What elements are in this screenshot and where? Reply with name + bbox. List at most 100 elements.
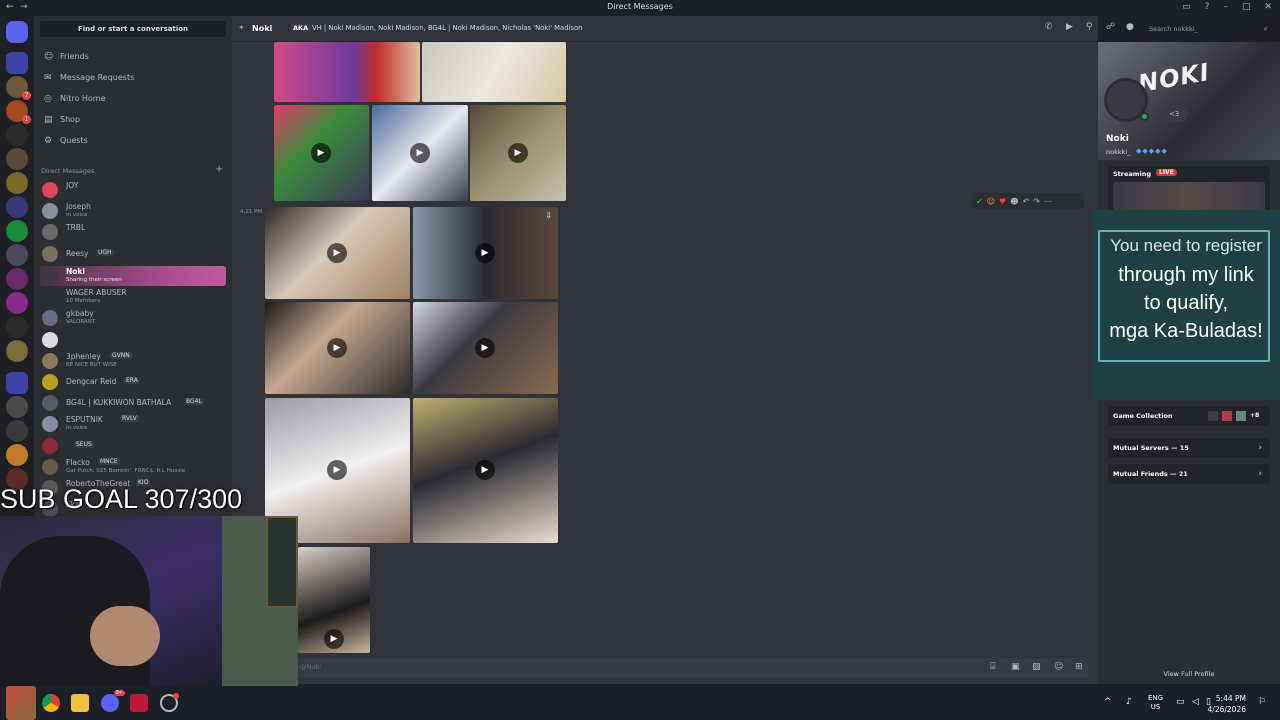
video-attachment[interactable]: ▶: [413, 398, 558, 543]
search-input[interactable]: Search nokkki_ ⌕: [1144, 22, 1272, 36]
server-icon[interactable]: 7: [6, 76, 31, 100]
dm-item-bg4l[interactable]: BG4L | KUKKIWON BATHALA BG4L: [40, 393, 226, 413]
user-profile-icon[interactable]: ●: [1126, 22, 1134, 32]
nav-shop[interactable]: ▤ Shop: [40, 111, 226, 129]
maximize-icon[interactable]: □: [1242, 2, 1251, 12]
nav-nitro-home[interactable]: ◎ Nitro Home: [40, 90, 226, 108]
dm-item-joseph[interactable]: Joseph In voice: [40, 201, 226, 221]
dm-item-wager-abuser[interactable]: WAGER ABUSER 10 Members: [40, 287, 226, 307]
forward-icon[interactable]: ↷: [1033, 197, 1040, 206]
nav-friends[interactable]: ☺ Friends: [40, 48, 226, 66]
server-icon[interactable]: [6, 396, 28, 418]
view-full-profile-link[interactable]: View Full Profile: [1098, 670, 1280, 678]
apps-icon[interactable]: ⊞: [1075, 662, 1083, 672]
message-input[interactable]: @Noki ⌸ ▣ ▧ ☺ ⊞: [292, 658, 1088, 678]
add-friends-icon[interactable]: ☍: [1106, 22, 1115, 32]
taskbar: 9+ ^ ♪ ◁ ENG US ▭ ▯ 5:44 PM 4/26/2026 ⚐: [0, 686, 1280, 720]
streaming-card[interactable]: Streaming LIVE: [1108, 166, 1270, 214]
chat-area: ▶ ▶ ▶ 4:21 PM ✔ ☺ ♥ ☻ ↶ ↷ ⋯ ▶ ▶ ⇩ ▶ ▶ ▶ ▶…: [232, 42, 1098, 684]
stream-preview[interactable]: [1113, 182, 1265, 210]
avatar: [42, 332, 58, 348]
network-icon[interactable]: ▭: [1176, 697, 1185, 707]
nav-message-requests[interactable]: ✉ Message Requests: [40, 69, 226, 87]
app-icon[interactable]: [160, 693, 179, 712]
more-icon[interactable]: ⋯: [1044, 197, 1052, 206]
pin-icon[interactable]: ⚲: [1086, 22, 1093, 32]
video-attachment[interactable]: ▶ ⇩: [413, 207, 558, 299]
video-call-icon[interactable]: ▶: [1066, 22, 1073, 32]
server-icon[interactable]: [6, 172, 28, 194]
video-attachment[interactable]: ▶: [470, 105, 566, 201]
voice-call-icon[interactable]: ✆: [1045, 22, 1053, 32]
server-icon[interactable]: [6, 268, 28, 290]
nav-quests[interactable]: ⚙ Quests: [40, 132, 226, 150]
search-icon: ⌕: [1263, 24, 1268, 33]
mutual-friends-row[interactable]: Mutual Friends — 21 ›: [1108, 464, 1270, 484]
server-icon[interactable]: [6, 340, 28, 362]
show-hidden-icons-icon[interactable]: ^: [1104, 697, 1112, 707]
widgets-icon[interactable]: [6, 686, 36, 720]
minimize-icon[interactable]: –: [1223, 2, 1228, 12]
app-icon[interactable]: [130, 694, 148, 712]
gif-icon[interactable]: ▣: [1011, 662, 1020, 672]
download-icon[interactable]: ⇩: [545, 211, 552, 220]
video-attachment[interactable]: ▶: [265, 207, 410, 299]
dm-item-trbl[interactable]: TRBL: [40, 222, 226, 242]
banner-logo: NOKI: [1136, 57, 1212, 99]
microphone-icon[interactable]: ♪: [1126, 697, 1132, 707]
emoji-icon[interactable]: ☺: [1054, 662, 1063, 672]
server-icon[interactable]: [6, 220, 28, 242]
game-icon: [1236, 411, 1246, 421]
notifications-icon[interactable]: ⚐: [1258, 697, 1266, 707]
video-attachment[interactable]: ▶: [265, 302, 410, 394]
dm-item-gkbaby[interactable]: gkbaby VALORANT: [40, 308, 226, 328]
dm-item-noki[interactable]: Noki Sharing their screen: [40, 266, 226, 286]
system-clock[interactable]: 5:44 PM 4/26/2026: [1208, 693, 1246, 715]
check-reaction-icon[interactable]: ✔: [976, 197, 983, 206]
server-icon[interactable]: [6, 292, 28, 314]
server-icon[interactable]: [6, 196, 28, 218]
image-attachment[interactable]: [274, 42, 420, 102]
server-icon[interactable]: [6, 444, 28, 466]
find-conversation-button[interactable]: Find or start a conversation: [40, 21, 226, 37]
video-attachment[interactable]: ▶: [274, 105, 369, 201]
video-attachment[interactable]: ▶: [372, 105, 468, 201]
file-explorer-icon[interactable]: [71, 694, 89, 712]
mutual-servers-row[interactable]: Mutual Servers — 15 ›: [1108, 438, 1270, 458]
server-icon[interactable]: [6, 316, 28, 338]
reply-icon[interactable]: ↶: [1023, 197, 1030, 206]
chrome-icon[interactable]: [42, 694, 60, 712]
server-icon[interactable]: 1: [6, 100, 31, 124]
dm-item-dengcar-reid[interactable]: Dengcar Reid ERA: [40, 372, 226, 392]
game-collection-row[interactable]: Game Collection +8: [1108, 406, 1270, 426]
help-icon[interactable]: ?: [1205, 2, 1210, 12]
dm-item-reesy[interactable]: Reesy UGH: [40, 244, 226, 264]
video-attachment[interactable]: ▶: [298, 547, 370, 653]
server-icon[interactable]: [6, 420, 28, 442]
server-folder[interactable]: [6, 52, 28, 74]
server-folder[interactable]: [6, 372, 28, 394]
smile-reaction-icon[interactable]: ☺: [987, 197, 995, 206]
dm-item-flacko[interactable]: Flacko MNCE Gat Putch, 025 Bombin', FRNC$,…: [40, 457, 226, 477]
discord-taskbar-icon[interactable]: 9+: [101, 690, 125, 712]
gift-icon[interactable]: ⌸: [990, 662, 995, 672]
dm-item-seus[interactable]: SEUS: [40, 436, 226, 456]
dm-item-3phenley[interactable]: 3phenley GVNN BE NICE BUT WISE: [40, 351, 226, 371]
dm-item-esputnik[interactable]: ESPUTNIK RVLV In voice: [40, 414, 226, 434]
close-icon[interactable]: ✕: [1264, 2, 1272, 12]
image-attachment[interactable]: [422, 42, 566, 102]
input-language[interactable]: ENG US: [1148, 694, 1163, 712]
discord-home-icon[interactable]: [6, 21, 28, 43]
inbox-icon[interactable]: ▭: [1182, 2, 1191, 12]
add-dm-icon[interactable]: +: [215, 164, 223, 175]
heart-reaction-icon[interactable]: ♥: [999, 197, 1006, 206]
dm-item-joy[interactable]: JOY: [40, 180, 226, 200]
sticker-icon[interactable]: ▧: [1032, 662, 1041, 672]
server-icon[interactable]: [6, 124, 28, 146]
add-reaction-icon[interactable]: ☻: [1010, 197, 1018, 206]
server-icon[interactable]: [6, 244, 28, 266]
server-icon[interactable]: [6, 148, 28, 170]
video-attachment[interactable]: ▶: [413, 302, 558, 394]
dm-item-unnamed[interactable]: [40, 330, 226, 350]
volume-icon[interactable]: ◁: [1192, 697, 1199, 707]
